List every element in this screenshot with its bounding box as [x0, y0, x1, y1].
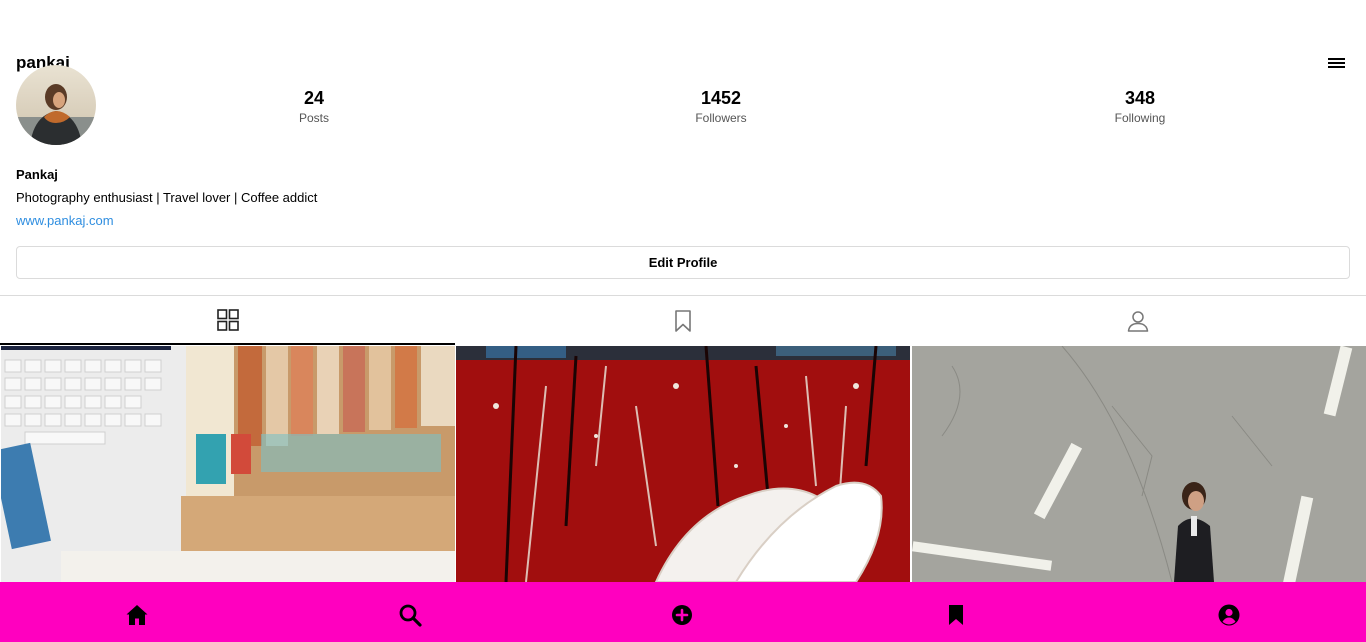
website-link[interactable]: www.pankaj.com: [16, 213, 114, 228]
stat-following[interactable]: 348 Following: [1070, 87, 1210, 125]
followers-label: Followers: [695, 111, 747, 125]
hamburger-menu-icon[interactable]: [1326, 55, 1348, 71]
bookmark-icon: [674, 309, 691, 332]
bio-text: Photography enthusiast | Travel lover | …: [16, 190, 318, 205]
followers-count: 1452: [700, 88, 742, 108]
tagged-user-icon: [1127, 310, 1148, 332]
stat-posts[interactable]: 24 Posts: [244, 87, 384, 125]
add-post-icon[interactable]: [669, 602, 695, 628]
display-name: Pankaj: [16, 167, 58, 182]
post-thumbnail[interactable]: [1, 346, 455, 582]
profile-header: pankaj: [0, 0, 1366, 80]
following-count: 348: [1124, 88, 1156, 108]
grid-icon: [216, 308, 239, 331]
stat-followers[interactable]: 1452 Followers: [651, 87, 791, 125]
tab-posts-grid[interactable]: [0, 296, 455, 345]
post-thumbnail[interactable]: [912, 346, 1366, 582]
search-icon[interactable]: [397, 602, 423, 628]
posts-label: Posts: [298, 111, 329, 125]
post-thumbnail[interactable]: [456, 346, 910, 582]
tab-saved[interactable]: [455, 296, 910, 345]
tab-tagged[interactable]: [910, 296, 1365, 345]
bottom-navigation: [0, 582, 1366, 642]
profile-tabs: [0, 295, 1366, 345]
avatar[interactable]: [16, 65, 96, 145]
profile-icon[interactable]: [1216, 602, 1242, 628]
edit-profile-button[interactable]: Edit Profile: [16, 246, 1350, 279]
home-icon[interactable]: [124, 602, 150, 628]
posts-grid: [0, 346, 1366, 582]
bookmark-nav-icon[interactable]: [943, 602, 969, 628]
posts-count: 24: [303, 88, 325, 108]
following-label: Following: [1114, 111, 1166, 125]
